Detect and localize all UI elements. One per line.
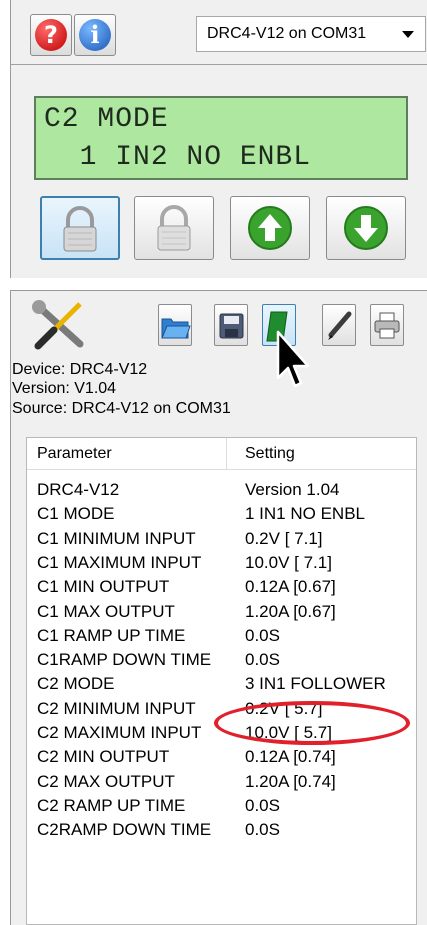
parameter-name: C2RAMP DOWN TIME bbox=[37, 820, 212, 840]
table-row[interactable]: C1 MAXIMUM INPUT 10.0V [ 7.1] bbox=[27, 553, 416, 576]
unlock-icon bbox=[157, 205, 191, 251]
device-source: Source: DRC4-V12 on COM31 bbox=[12, 400, 231, 417]
arrow-up-icon bbox=[248, 206, 292, 250]
setting-value: 1 IN1 NO ENBL bbox=[245, 504, 365, 524]
parameter-name: C1 MINIMUM INPUT bbox=[37, 528, 196, 548]
parameter-name: C2 MODE bbox=[37, 674, 115, 694]
setting-value: 10.0V [ 7.1] bbox=[245, 552, 332, 572]
parameter-name: DRC4-V12 bbox=[37, 480, 120, 499]
setting-value: 1.20A [0.67] bbox=[245, 601, 336, 621]
panel-divider bbox=[11, 64, 427, 65]
port-select[interactable]: DRC4-V12 on COM31 bbox=[196, 16, 426, 52]
setting-value: 0.0S bbox=[245, 650, 280, 670]
unlock-button[interactable] bbox=[134, 196, 214, 260]
parameter-name: C1 MAX OUTPUT bbox=[37, 601, 175, 621]
setting-value: 0.0S bbox=[245, 795, 280, 815]
table-row[interactable]: C2 RAMP UP TIME 0.0S bbox=[27, 796, 416, 819]
parameter-name: C1 MIN OUTPUT bbox=[37, 577, 170, 597]
lcd-line-1: C2 MODE bbox=[44, 104, 169, 135]
parameter-name: C2 MIN OUTPUT bbox=[37, 747, 170, 767]
device-version: Version: V1.04 bbox=[12, 380, 117, 397]
move-down-button[interactable] bbox=[326, 196, 406, 260]
column-header-parameter[interactable]: Parameter bbox=[27, 438, 227, 470]
table-row[interactable]: C1 MAX OUTPUT 1.20A [0.67] bbox=[27, 602, 416, 625]
setting-value: 1.20A [0.74] bbox=[245, 771, 336, 791]
device-name: Device: DRC4-V12 bbox=[12, 361, 148, 378]
save-button[interactable] bbox=[214, 304, 248, 346]
chevron-down-icon[interactable] bbox=[402, 31, 414, 38]
parameter-name: C1 MAXIMUM INPUT bbox=[37, 552, 202, 572]
parameter-name: C2 MAX OUTPUT bbox=[37, 771, 175, 791]
edit-button[interactable] bbox=[322, 304, 356, 346]
setting-value: 0.0S bbox=[245, 820, 280, 840]
move-up-button[interactable] bbox=[230, 196, 310, 260]
table-row[interactable]: DRC4-V12 Version 1.04 bbox=[27, 480, 416, 503]
table-row[interactable]: C1 RAMP UP TIME 0.0S bbox=[27, 626, 416, 649]
setting-value: 3 IN1 FOLLOWER bbox=[245, 674, 386, 694]
lock-icon bbox=[63, 206, 97, 252]
info-icon: i bbox=[79, 19, 111, 51]
lock-button[interactable] bbox=[40, 196, 120, 260]
table-row[interactable]: C1RAMP DOWN TIME 0.0S bbox=[27, 650, 416, 673]
parameter-name: C1RAMP DOWN TIME bbox=[37, 650, 212, 670]
highlight-circle bbox=[214, 701, 410, 745]
setting-value: 0.0S bbox=[245, 625, 280, 645]
wrench-screwdriver-icon[interactable] bbox=[30, 300, 88, 350]
column-header-setting[interactable]: Setting bbox=[227, 438, 416, 470]
parameter-name: C2 RAMP UP TIME bbox=[37, 795, 186, 815]
lcd-line-2: 1 IN2 NO ENBL bbox=[44, 142, 312, 173]
table-row[interactable]: C1 MODE 1 IN1 NO ENBL bbox=[27, 504, 416, 527]
pen-icon bbox=[328, 311, 352, 340]
table-row[interactable]: C2 MODE 3 IN1 FOLLOWER bbox=[27, 674, 416, 697]
setting-value: 0.12A [0.67] bbox=[245, 577, 336, 597]
parameter-name: C1 MODE bbox=[37, 504, 115, 524]
info-button[interactable]: i bbox=[74, 14, 116, 56]
table-row[interactable]: C2RAMP DOWN TIME 0.0S bbox=[27, 820, 416, 843]
table-row[interactable]: C2 MIN OUTPUT 0.12A [0.74] bbox=[27, 747, 416, 770]
open-folder-icon bbox=[161, 318, 191, 339]
setting-value: 0.12A [0.74] bbox=[245, 747, 336, 767]
device-info: Device: DRC4-V12 Version: V1.04 Source: … bbox=[12, 361, 312, 421]
save-disk-icon bbox=[219, 313, 244, 339]
table-body: DRC4-V12 Version 1.04 C1 MODE 1 IN1 NO ENBL… bbox=[27, 480, 416, 920]
table-row[interactable]: C1 MINIMUM INPUT 0.2V [ 7.1] bbox=[27, 529, 416, 552]
port-select-value: DRC4-V12 on COM31 bbox=[207, 25, 367, 42]
setting-value: 0.2V [ 7.1] bbox=[245, 528, 323, 548]
printer-icon bbox=[374, 312, 400, 339]
arrow-down-icon bbox=[344, 206, 388, 250]
table-row[interactable]: C2 MAX OUTPUT 1.20A [0.74] bbox=[27, 772, 416, 795]
print-button[interactable] bbox=[370, 304, 404, 346]
parameter-name: C2 MAXIMUM INPUT bbox=[37, 723, 202, 742]
parameter-name: C2 MINIMUM INPUT bbox=[37, 698, 196, 718]
lcd-display: C2 MODE 1 IN2 NO ENBL bbox=[34, 96, 408, 180]
setting-value: Version 1.04 bbox=[245, 480, 340, 499]
open-file-button[interactable] bbox=[158, 304, 192, 346]
help-icon: ? bbox=[35, 19, 67, 51]
help-button[interactable]: ? bbox=[30, 14, 72, 56]
table-row[interactable]: C1 MIN OUTPUT 0.12A [0.67] bbox=[27, 577, 416, 600]
parameter-name: C1 RAMP UP TIME bbox=[37, 625, 186, 645]
parameter-table[interactable]: Parameter Setting DRC4-V12 Version 1.04 C1… bbox=[26, 437, 417, 925]
